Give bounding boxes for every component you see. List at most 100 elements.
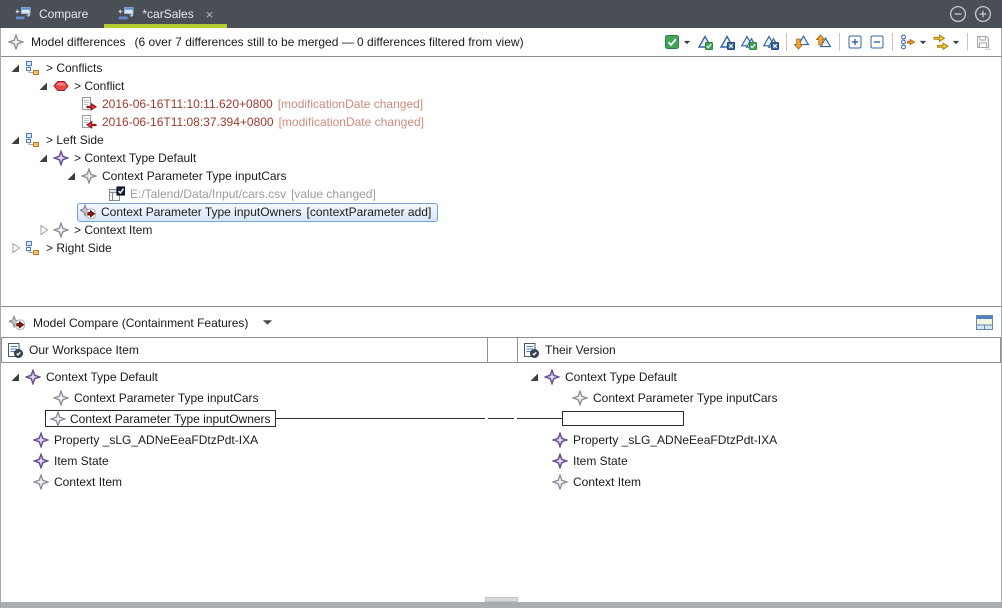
- tree-row-context-type-default[interactable]: > Context Type Default: [1, 149, 1001, 167]
- purple-diamond-icon: [552, 453, 568, 469]
- chevron-down-icon[interactable]: [919, 40, 927, 45]
- purple-diamond-icon: [53, 150, 69, 166]
- compare-row-property[interactable]: Property _sLG_ADNeEeaFDtzPdt-IXA: [1, 429, 487, 450]
- tree-row-conflict[interactable]: > Conflict: [1, 77, 1001, 95]
- tree-row-timestamp-2[interactable]: 2016-06-16T11:08:37.394+0800 [modificati…: [1, 113, 1001, 131]
- compare-row-label: Property _sLG_ADNeEeaFDtzPdt-IXA: [573, 433, 777, 447]
- differences-summary: (6 over 7 differences still to be merged…: [135, 35, 524, 49]
- toolbar-separator: [786, 33, 787, 51]
- compare-body: Context Type Default Context Parameter T…: [1, 363, 1001, 602]
- tree-row-right-side[interactable]: > Right Side: [1, 239, 1001, 257]
- left-column-header: Our Workspace Item: [1, 337, 488, 363]
- expander-icon[interactable]: [7, 369, 25, 385]
- compare-row-label: Property _sLG_ADNeEeaFDtzPdt-IXA: [54, 433, 258, 447]
- tree-row-label: Context Parameter Type inputCars: [102, 169, 287, 183]
- minimize-button[interactable]: [949, 5, 967, 23]
- expander-icon[interactable]: [63, 168, 81, 184]
- compare-row-context-item[interactable]: Context Item: [516, 471, 1001, 492]
- expand-all-button[interactable]: [844, 32, 866, 52]
- tab-compare[interactable]: Compare: [0, 0, 103, 28]
- compare-row-context-item[interactable]: Context Item: [1, 471, 487, 492]
- expander-icon[interactable]: [7, 132, 25, 148]
- tree-row-annotation: [contextParameter add]: [307, 205, 432, 219]
- compare-row-item-state[interactable]: Item State: [1, 450, 487, 471]
- expander-icon[interactable]: [35, 78, 53, 94]
- accept-change-button[interactable]: [694, 32, 716, 52]
- tree-row-cars-csv[interactable]: E:/Talend/Data/Input/cars.csv [value cha…: [1, 185, 1001, 203]
- compare-row-context-type-default[interactable]: Context Type Default: [1, 366, 487, 387]
- compare-row-input-cars[interactable]: Context Parameter Type inputCars: [516, 387, 1001, 408]
- compare-row-input-cars[interactable]: Context Parameter Type inputCars: [1, 387, 487, 408]
- group-differences-button[interactable]: [897, 32, 930, 52]
- tree-row-context-item[interactable]: > Context Item: [1, 221, 1001, 239]
- reject-all-button[interactable]: [760, 32, 782, 52]
- purple-diamond-icon: [25, 369, 41, 385]
- previous-difference-button[interactable]: [813, 32, 835, 52]
- close-icon[interactable]: ×: [206, 7, 214, 22]
- tree-row-timestamp-1[interactable]: 2016-06-16T11:10:11.620+0800 [modificati…: [1, 95, 1001, 113]
- tree-row-input-cars[interactable]: Context Parameter Type inputCars: [1, 167, 1001, 185]
- green-check-icon: [664, 34, 680, 50]
- expander-icon[interactable]: [35, 222, 53, 238]
- gray-diamond-icon: [81, 168, 97, 184]
- missing-element-box: [562, 411, 684, 426]
- expand-all-icon: [847, 34, 863, 50]
- center-gap-header: [487, 337, 518, 363]
- next-difference-button[interactable]: [791, 32, 813, 52]
- tree-row-conflicts[interactable]: > Conflicts: [1, 59, 1001, 77]
- value-checkbox-icon: [109, 186, 125, 202]
- gray-diamond-icon: [33, 474, 49, 490]
- compare-column-headers: Our Workspace Item Their Version: [1, 337, 1001, 363]
- our-workspace-pane: Context Type Default Context Parameter T…: [1, 363, 487, 602]
- compare-row-item-state[interactable]: Item State: [516, 450, 1001, 471]
- tree-row-input-owners-selected[interactable]: Context Parameter Type inputOwners [cont…: [1, 203, 1001, 221]
- merged-filter-button[interactable]: [661, 32, 694, 52]
- compare-editor-icon: [118, 6, 134, 22]
- compare-row-label: Context Type Default: [46, 370, 158, 384]
- window-left-border: [0, 28, 1, 608]
- editor-tab-bar: Compare *carSales ×: [0, 0, 1002, 28]
- toolbar-separator: [967, 33, 968, 51]
- tree-row-left-side[interactable]: > Left Side: [1, 131, 1001, 149]
- gray-diamond-icon: [8, 34, 24, 50]
- compare-row-missing-element[interactable]: [516, 408, 1001, 429]
- compare-row-property[interactable]: Property _sLG_ADNeEeaFDtzPdt-IXA: [516, 429, 1001, 450]
- tree-row-label: > Right Side: [46, 241, 112, 255]
- purple-diamond-icon: [33, 432, 49, 448]
- tab-label: *carSales: [142, 7, 193, 21]
- chevron-down-icon[interactable]: [262, 319, 273, 326]
- workspace-item-icon: [523, 342, 539, 358]
- change-right-icon: [81, 96, 97, 112]
- tree-row-annotation: [value changed]: [291, 187, 376, 201]
- tree-row-label: > Context Type Default: [74, 151, 196, 165]
- model-differences-toolbar: Model differences (6 over 7 differences …: [1, 28, 1001, 57]
- expander-icon[interactable]: [7, 60, 25, 76]
- compare-row-context-type-default[interactable]: Context Type Default: [516, 366, 1001, 387]
- triangle-down-arrow-icon: [794, 34, 810, 50]
- purple-diamond-icon: [552, 432, 568, 448]
- layout-toggle-icon[interactable]: [976, 315, 993, 330]
- save-button[interactable]: [972, 32, 994, 52]
- tab-carsales[interactable]: *carSales ×: [103, 0, 228, 28]
- compare-row-input-owners[interactable]: Context Parameter Type inputOwners: [1, 408, 487, 429]
- accept-all-button[interactable]: [738, 32, 760, 52]
- right-column-label: Their Version: [545, 343, 616, 357]
- parameter-add-icon: [80, 204, 96, 220]
- diff-connector-line: [488, 418, 514, 419]
- expander-icon[interactable]: [7, 240, 25, 256]
- chevron-down-icon[interactable]: [683, 40, 691, 45]
- parameter-add-icon: [9, 315, 25, 331]
- filter-differences-button[interactable]: [930, 32, 963, 52]
- chevron-down-icon[interactable]: [952, 40, 960, 45]
- tree-row-label: > Conflict: [74, 79, 124, 93]
- tree-group-icon: [25, 132, 41, 148]
- toolbar-separator: [839, 33, 840, 51]
- expander-icon[interactable]: [35, 150, 53, 166]
- reject-change-button[interactable]: [716, 32, 738, 52]
- conflict-icon: [53, 78, 69, 94]
- collapse-all-button[interactable]: [866, 32, 888, 52]
- tree-row-label: > Conflicts: [46, 61, 102, 75]
- filters-icon: [933, 34, 949, 50]
- maximize-button[interactable]: [974, 5, 992, 23]
- expander-icon[interactable]: [526, 369, 544, 385]
